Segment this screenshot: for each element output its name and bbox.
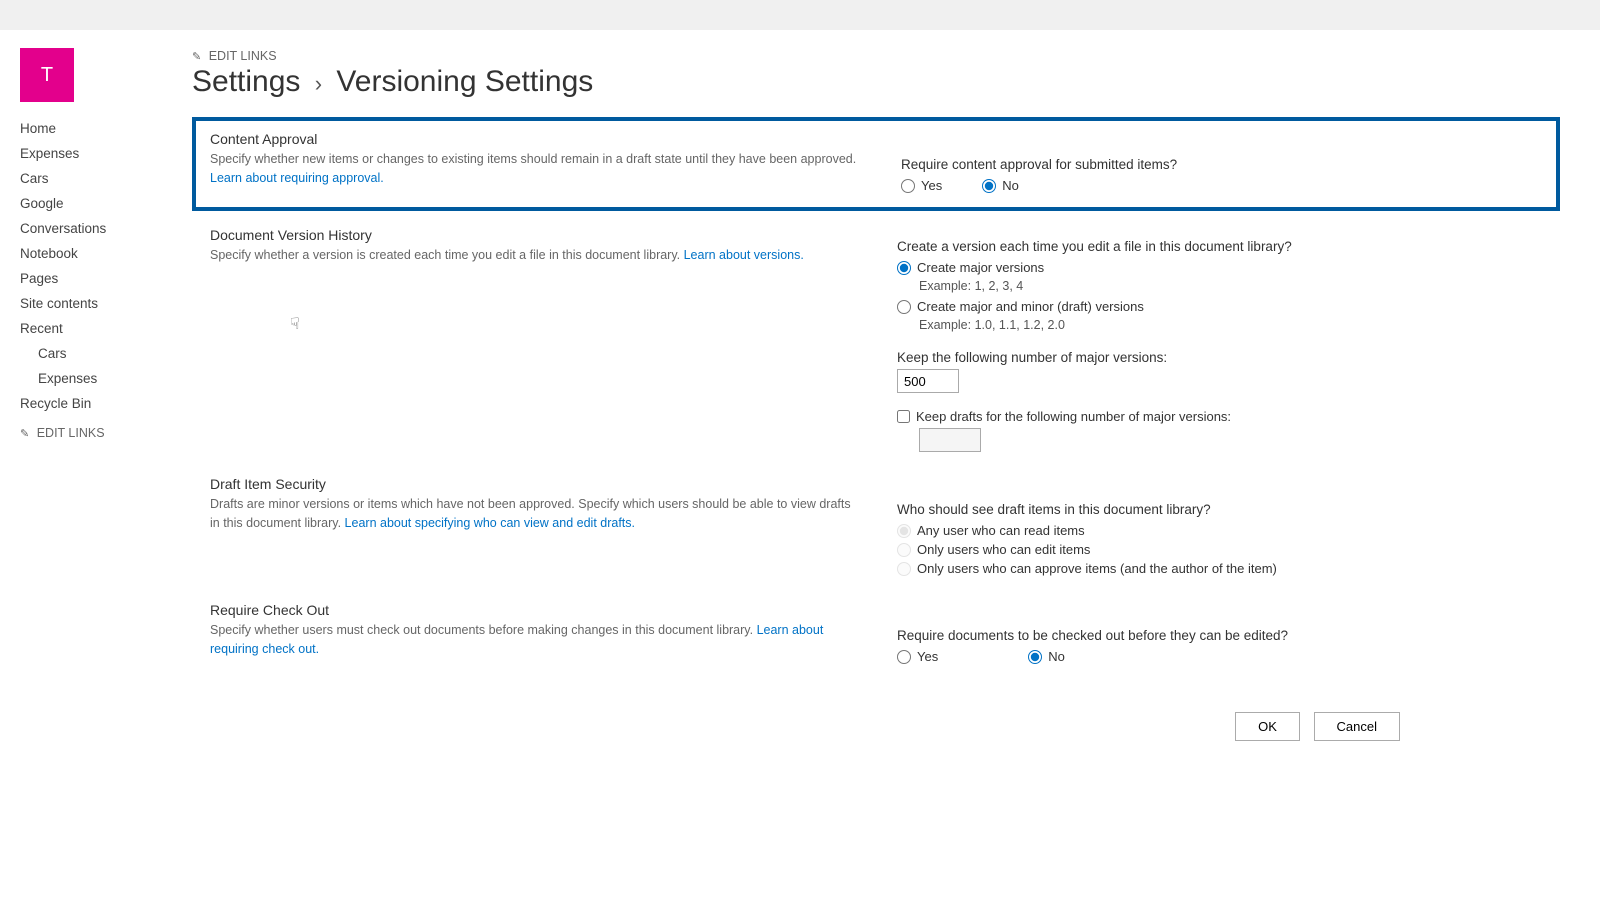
keep-versions-label: Keep the following number of major versi… [897, 350, 1560, 365]
approval-yes-radio[interactable] [901, 179, 915, 193]
section-title: Require Check Out [210, 602, 857, 618]
edit-links-header[interactable]: ✎ EDIT LINKS [192, 49, 277, 63]
draft-approve[interactable]: Only users who can approve items (and th… [897, 561, 1560, 576]
sidebar-item[interactable]: Cars [20, 166, 180, 191]
content-approval-highlight: Content Approval Specify whether new ite… [192, 117, 1560, 211]
section-require-checkout: Require Check Out Specify whether users … [192, 592, 1560, 682]
checkout-no-radio[interactable] [1028, 650, 1042, 664]
section-version-history: Document Version History Specify whether… [192, 217, 1560, 466]
draft-edit-radio [897, 543, 911, 557]
draft-read-radio [897, 524, 911, 538]
example-major: Example: 1, 2, 3, 4 [897, 279, 1560, 293]
section-desc: Specify whether a version is created eac… [210, 246, 857, 265]
section-title: Draft Item Security [210, 476, 857, 492]
content-area: ✎ EDIT LINKS Settings › Versioning Setti… [180, 48, 1600, 741]
sidebar: T HomeExpensesCarsGoogleConversationsNot… [0, 48, 180, 741]
version-major[interactable]: Create major versions [897, 260, 1560, 275]
sidebar-item[interactable]: Cars [20, 341, 180, 366]
site-tile[interactable]: T [20, 48, 74, 102]
checkout-no[interactable]: No [1028, 649, 1065, 664]
nav-links: HomeExpensesCarsGoogleConversationsNoteb… [20, 116, 180, 416]
keep-versions-input[interactable] [897, 369, 959, 393]
learn-drafts-link[interactable]: Learn about specifying who can view and … [345, 516, 635, 530]
version-minor[interactable]: Create major and minor (draft) versions [897, 299, 1560, 314]
sidebar-item[interactable]: Expenses [20, 366, 180, 391]
section-desc: Drafts are minor versions or items which… [210, 495, 857, 533]
page-body: T HomeExpensesCarsGoogleConversationsNot… [0, 30, 1600, 781]
example-minor: Example: 1.0, 1.1, 1.2, 2.0 [897, 318, 1560, 332]
sidebar-item[interactable]: Home [20, 116, 180, 141]
draft-question: Who should see draft items in this docum… [897, 502, 1560, 517]
edit-links-sidebar[interactable]: ✎ EDIT LINKS [20, 426, 180, 440]
draft-edit[interactable]: Only users who can edit items [897, 542, 1560, 557]
ok-button[interactable]: OK [1235, 712, 1300, 741]
approval-question: Require content approval for submitted i… [901, 157, 1556, 172]
breadcrumb-separator: › [315, 71, 322, 96]
pencil-icon: ✎ [192, 51, 201, 63]
version-major-radio[interactable] [897, 261, 911, 275]
sidebar-item[interactable]: Expenses [20, 141, 180, 166]
draft-read[interactable]: Any user who can read items [897, 523, 1560, 538]
checkout-yes-radio[interactable] [897, 650, 911, 664]
section-title: Content Approval [210, 131, 861, 147]
button-row: OK Cancel [192, 712, 1560, 741]
approval-yes[interactable]: Yes [901, 178, 942, 193]
page-title: Settings › Versioning Settings [192, 65, 1560, 99]
sidebar-item[interactable]: Recycle Bin [20, 391, 180, 416]
approval-no-radio[interactable] [982, 179, 996, 193]
sidebar-item[interactable]: Google [20, 191, 180, 216]
draft-approve-radio [897, 562, 911, 576]
keep-drafts-option[interactable]: Keep drafts for the following number of … [897, 409, 1560, 424]
top-bar [0, 0, 1600, 30]
sidebar-item[interactable]: Recent [20, 316, 180, 341]
learn-versions-link[interactable]: Learn about versions. [684, 248, 804, 262]
pencil-icon: ✎ [20, 428, 29, 440]
keep-drafts-checkbox[interactable] [897, 410, 910, 423]
edit-links-label: EDIT LINKS [37, 426, 105, 440]
sidebar-item[interactable]: Notebook [20, 241, 180, 266]
version-minor-radio[interactable] [897, 300, 911, 314]
section-title: Document Version History [210, 227, 857, 243]
learn-approval-link[interactable]: Learn about requiring approval. [210, 171, 384, 185]
section-content-approval: Content Approval Specify whether new ite… [196, 131, 1556, 197]
sidebar-item[interactable]: Conversations [20, 216, 180, 241]
checkout-question: Require documents to be checked out befo… [897, 628, 1560, 643]
section-desc: Specify whether new items or changes to … [210, 150, 861, 188]
cancel-button[interactable]: Cancel [1314, 712, 1400, 741]
breadcrumb-settings[interactable]: Settings [192, 65, 300, 98]
breadcrumb-current: Versioning Settings [336, 65, 593, 98]
edit-links-label: EDIT LINKS [209, 49, 277, 63]
checkout-yes[interactable]: Yes [897, 649, 938, 664]
keep-drafts-input [919, 428, 981, 452]
approval-no[interactable]: No [982, 178, 1019, 193]
sidebar-item[interactable]: Site contents [20, 291, 180, 316]
version-question: Create a version each time you edit a fi… [897, 239, 1560, 254]
sidebar-item[interactable]: Pages [20, 266, 180, 291]
section-desc: Specify whether users must check out doc… [210, 621, 857, 659]
section-draft-security: Draft Item Security Drafts are minor ver… [192, 466, 1560, 592]
